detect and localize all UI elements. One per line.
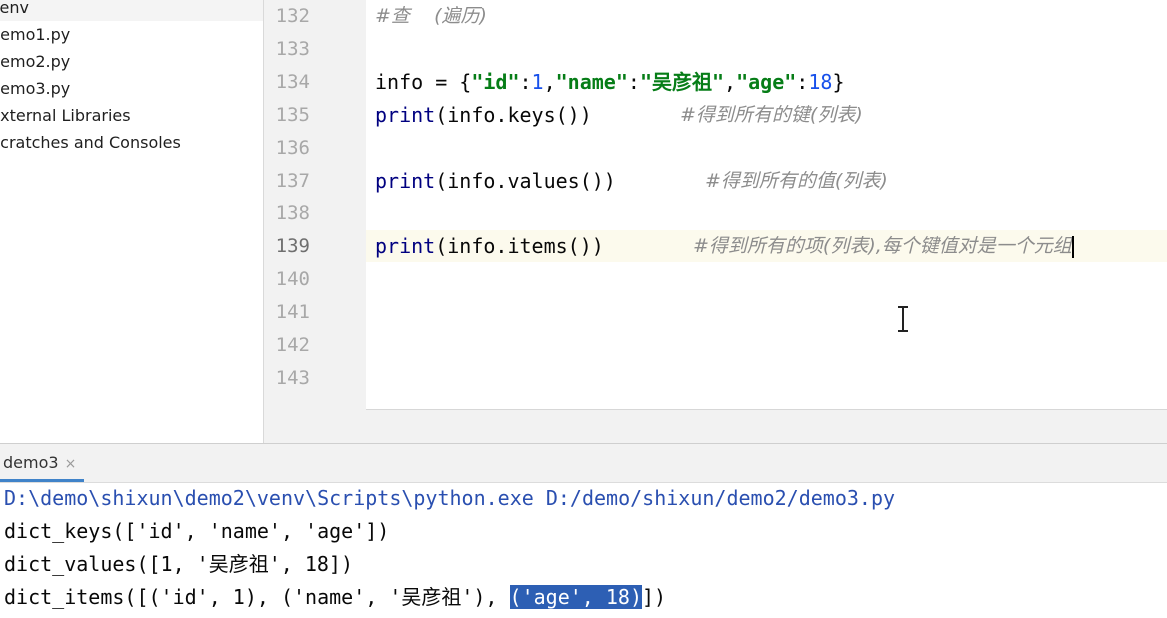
code-comment: #得到所有的项(列表),每个键值对是一个元组: [693, 230, 1074, 262]
console-output-line: dict_items([('id', 1), ('name', '吴彦祖'), …: [4, 581, 666, 614]
code-token: }: [832, 70, 845, 94]
string-token: "吴彦祖": [639, 70, 725, 94]
string-token: "id": [471, 70, 520, 94]
code-line-135: print(info.keys()) #得到所有的键(列表): [366, 99, 1167, 131]
line-number: 138: [275, 202, 310, 224]
code-comment: #得到所有的键(列表): [680, 104, 863, 126]
tree-item-external-libraries[interactable]: External Libraries: [0, 103, 263, 129]
tree-item-venv[interactable]: venv: [0, 0, 263, 21]
line-number: 132: [275, 5, 310, 27]
string-token: "age": [736, 70, 797, 94]
editor-scroll-area: [366, 410, 1167, 443]
console-text: dict_items([('id', 1), ('name', '吴彦祖'),: [4, 585, 510, 609]
console-text: ]): [641, 585, 667, 609]
code-text: print(info.items()): [375, 230, 604, 262]
line-number: 135: [275, 104, 310, 126]
line-number: 137: [275, 170, 310, 192]
line-number: 143: [275, 367, 310, 389]
run-tool-window: demo3 × D:\demo\shixun\demo2\venv\Scripts…: [0, 443, 1167, 618]
code-token: (info.keys()): [435, 103, 592, 127]
code-token: (info.values()): [435, 169, 616, 193]
code-comment: #查 (遍历): [375, 5, 487, 27]
line-number-gutter: 132 133 134 135 136 137 138 139 140 141 …: [264, 0, 367, 443]
tree-item-demo2[interactable]: demo2.py: [0, 49, 263, 75]
run-tab-bar: demo3 ×: [0, 444, 1167, 483]
line-number: 133: [275, 38, 310, 60]
tree-item-label: External Libraries: [0, 106, 131, 125]
line-number: 136: [275, 137, 310, 159]
line-number-current: 139: [275, 235, 310, 257]
tree-item-label: Scratches and Consoles: [0, 133, 181, 152]
text-cursor-icon: [898, 306, 908, 332]
tree-item-label: demo2.py: [0, 52, 71, 71]
code-token: :: [796, 70, 809, 94]
code-text: print(info.keys()): [375, 99, 592, 131]
tab-label: demo3: [3, 453, 59, 472]
tree-item-label: demo3.py: [0, 79, 71, 98]
console-output-line: dict_keys(['id', 'name', 'age']): [4, 519, 390, 543]
code-token: :: [519, 70, 532, 94]
code-line-139-current: print(info.items()) #得到所有的项(列表),每个键值对是一个…: [366, 230, 1167, 262]
project-tree-panel: venv demo1.py demo2.py demo3.py External…: [0, 0, 264, 443]
tree-item-demo1[interactable]: demo1.py: [0, 22, 263, 48]
code-token: (info.items()): [435, 234, 604, 258]
code-line-132: #查 (遍历): [366, 0, 1167, 32]
console-output-line: dict_values([1, '吴彦祖', 18]): [4, 552, 353, 576]
line-number: 141: [275, 301, 310, 323]
tree-item-label: venv: [0, 0, 29, 17]
code-comment-text: #得到所有的项(列表),每个键值对是一个元组: [693, 235, 1072, 257]
builtin-token: print: [375, 103, 436, 127]
close-icon[interactable]: ×: [65, 456, 77, 472]
text-caret: [1071, 235, 1074, 258]
tree-item-label: demo1.py: [0, 25, 71, 44]
code-text: print(info.values()): [375, 165, 616, 197]
code-area[interactable]: #查 (遍历) info = {"id":1,"name":"吴彦祖","age…: [366, 0, 1167, 410]
line-number: 134: [275, 71, 310, 93]
number-token: 1: [531, 70, 544, 94]
code-token: ,: [543, 70, 556, 94]
tree-item-scratches[interactable]: Scratches and Consoles: [0, 130, 263, 156]
line-number: 142: [275, 334, 310, 356]
code-line-134: info = {"id":1,"name":"吴彦祖","age":18}: [366, 66, 1167, 98]
code-token: :: [627, 70, 640, 94]
tab-demo3[interactable]: demo3 ×: [0, 444, 85, 482]
code-comment: #得到所有的值(列表): [705, 170, 888, 192]
builtin-token: print: [375, 234, 436, 258]
code-text: info = {"id":1,"name":"吴彦祖","age":18}: [375, 66, 844, 98]
string-token: "name": [555, 70, 628, 94]
code-token: info = {: [375, 70, 472, 94]
tree-item-demo3[interactable]: demo3.py: [0, 76, 263, 102]
code-editor[interactable]: 132 133 134 135 136 137 138 139 140 141 …: [264, 0, 1167, 443]
number-token: 18: [808, 70, 833, 94]
builtin-token: print: [375, 169, 436, 193]
line-number: 140: [275, 268, 310, 290]
selected-text[interactable]: ('age', 18): [509, 585, 642, 609]
console-command-line: D:\demo\shixun\demo2\venv\Scripts\python…: [4, 486, 896, 510]
code-line-137: print(info.values()) #得到所有的值(列表): [366, 165, 1167, 197]
code-token: ,: [724, 70, 737, 94]
